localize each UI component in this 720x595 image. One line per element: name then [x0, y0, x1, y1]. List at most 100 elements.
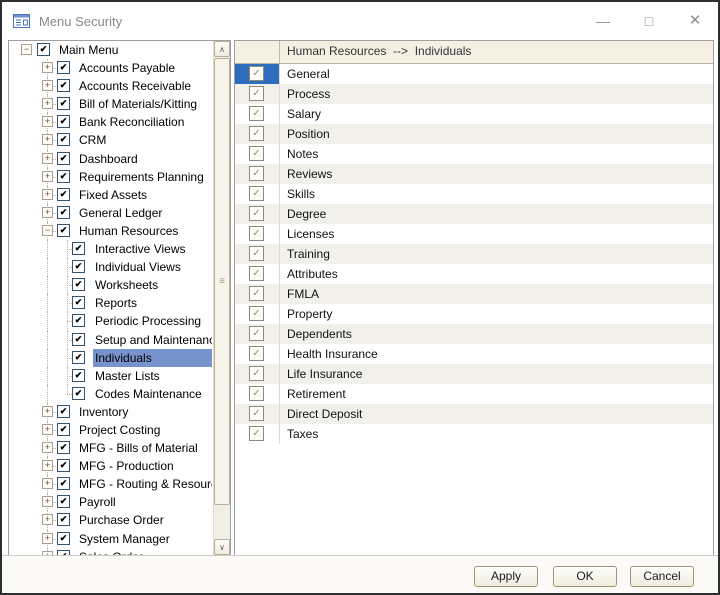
scrollbar-thumb[interactable]: ≡ — [214, 58, 230, 505]
item-label[interactable]: FMLA — [280, 284, 713, 304]
tree-item[interactable]: +✔Fixed Assets — [9, 186, 213, 204]
tree-item-checkbox[interactable]: ✔ — [57, 423, 70, 436]
tree-item[interactable]: ✔Setup and Maintenance — [9, 331, 213, 349]
tree-item[interactable]: +✔Inventory — [9, 403, 213, 421]
tree-item-label[interactable]: Individuals — [93, 349, 212, 367]
table-row[interactable]: ✓Licenses — [235, 224, 713, 244]
tree-item[interactable]: ✔Worksheets — [9, 276, 213, 294]
table-row[interactable]: ✓Training — [235, 244, 713, 264]
tree-item-checkbox[interactable]: ✔ — [72, 314, 85, 327]
close-button[interactable]: ✕ — [672, 2, 718, 40]
tree-item-checkbox[interactable]: ✔ — [72, 387, 85, 400]
tree-item-checkbox[interactable]: ✔ — [57, 61, 70, 74]
tree-item-label[interactable]: Interactive Views — [93, 240, 212, 258]
tree-item[interactable]: +✔CRM — [9, 131, 213, 149]
tree-item-label[interactable]: Payroll — [77, 493, 212, 511]
tree-item-checkbox[interactable]: ✔ — [72, 369, 85, 382]
expand-icon[interactable]: + — [42, 153, 53, 164]
expand-icon[interactable]: + — [42, 116, 53, 127]
tree-item-checkbox[interactable]: ✔ — [57, 405, 70, 418]
apply-button[interactable]: Apply — [474, 566, 538, 587]
item-checkbox[interactable]: ✓ — [249, 386, 264, 401]
tree-item-label[interactable]: Purchase Order — [77, 511, 212, 529]
tree-item-checkbox[interactable]: ✔ — [57, 495, 70, 508]
item-checkbox[interactable]: ✓ — [249, 346, 264, 361]
row-checkbox-cell[interactable]: ✓ — [235, 184, 280, 204]
tree-item-label[interactable]: MFG - Production — [77, 457, 212, 475]
table-row[interactable]: ✓ FMLA — [235, 284, 713, 304]
item-label[interactable]: Life Insurance — [280, 364, 713, 384]
tree-item-label[interactable]: Fixed Assets — [77, 186, 212, 204]
collapse-icon[interactable]: − — [42, 225, 53, 236]
table-row[interactable]: ✓ Dependents — [235, 324, 713, 344]
tree-item[interactable]: +✔MFG - Production — [9, 457, 213, 475]
item-checkbox[interactable]: ✓ — [249, 366, 264, 381]
row-checkbox-cell[interactable]: ✓ — [235, 344, 280, 364]
cancel-button[interactable]: Cancel — [630, 566, 694, 587]
tree-item[interactable]: −✔Main Menu — [9, 41, 213, 59]
expand-icon[interactable]: + — [42, 496, 53, 507]
item-checkbox[interactable]: ✓ — [249, 86, 264, 101]
row-checkbox-cell[interactable]: ✓ — [235, 204, 280, 224]
tree-item[interactable]: ✔ Master Lists — [9, 367, 213, 385]
table-row[interactable]: ✓ Process — [235, 84, 713, 104]
item-checkbox[interactable]: ✓ — [249, 326, 264, 341]
tree-item-label[interactable]: Main Menu — [57, 41, 212, 59]
tree-item-checkbox[interactable]: ✔ — [57, 477, 70, 490]
tree-item[interactable]: −✔ Human Resources — [9, 222, 213, 240]
tree-item[interactable]: ✔ Periodic Processing — [9, 312, 213, 330]
tree-item-label[interactable]: Bank Reconciliation — [77, 113, 212, 131]
table-row[interactable]: ✓ Life Insurance — [235, 364, 713, 384]
expand-icon[interactable]: + — [42, 533, 53, 544]
tree-item-label[interactable]: Human Resources — [77, 222, 212, 240]
row-checkbox-cell[interactable]: ✓ — [235, 84, 280, 104]
tree-item[interactable]: +✔Bank Reconciliation — [9, 113, 213, 131]
row-checkbox-cell[interactable]: ✓ — [235, 324, 280, 344]
expand-icon[interactable]: + — [42, 460, 53, 471]
tree-item-checkbox[interactable]: ✔ — [57, 97, 70, 110]
item-checkbox[interactable]: ✓ — [249, 306, 264, 321]
item-label[interactable]: Skills — [280, 184, 713, 204]
table-row[interactable]: ✓ Skills — [235, 184, 713, 204]
tree-item[interactable]: +✔Requirements Planning — [9, 168, 213, 186]
item-label[interactable]: Position — [280, 124, 713, 144]
tree-item-label[interactable]: Accounts Payable — [77, 59, 212, 77]
item-label[interactable]: Degree — [280, 204, 713, 224]
row-checkbox-cell[interactable]: ✓ — [235, 124, 280, 144]
tree-item-label[interactable]: Sales Order — [77, 548, 212, 555]
tree-item-checkbox[interactable]: ✔ — [57, 188, 70, 201]
row-checkbox-cell[interactable]: ✓ — [235, 384, 280, 404]
row-checkbox-cell[interactable]: ✓ — [235, 104, 280, 124]
tree-item[interactable]: +✔Bill of Materials/Kitting — [9, 95, 213, 113]
row-checkbox-cell[interactable]: ✓ — [235, 304, 280, 324]
item-label[interactable]: Process — [280, 84, 713, 104]
item-checkbox[interactable]: ✓ — [249, 186, 264, 201]
table-row[interactable]: ✓Reviews — [235, 164, 713, 184]
row-checkbox-cell[interactable]: ✓ — [235, 404, 280, 424]
tree-item-checkbox[interactable]: ✔ — [72, 296, 85, 309]
tree-item-checkbox[interactable]: ✔ — [57, 513, 70, 526]
row-checkbox-cell[interactable]: ✓ — [235, 244, 280, 264]
table-row[interactable]: ✓Degree — [235, 204, 713, 224]
row-checkbox-cell[interactable]: ✓ — [235, 284, 280, 304]
expand-icon[interactable]: + — [42, 80, 53, 91]
tree-item[interactable]: +✔MFG - Bills of Material — [9, 439, 213, 457]
table-row[interactable]: ✓General — [235, 64, 713, 84]
tree-item-checkbox[interactable]: ✔ — [57, 532, 70, 545]
item-label[interactable]: General — [280, 64, 713, 84]
expand-icon[interactable]: + — [42, 514, 53, 525]
tree-item[interactable]: +✔General Ledger — [9, 204, 213, 222]
tree-item-checkbox[interactable]: ✔ — [57, 152, 70, 165]
item-label[interactable]: Dependents — [280, 324, 713, 344]
tree-item[interactable]: +✔System Manager — [9, 530, 213, 548]
tree-item[interactable]: +✔Dashboard — [9, 150, 213, 168]
expand-icon[interactable]: + — [42, 442, 53, 453]
tree-item-label[interactable]: Periodic Processing — [93, 312, 212, 330]
tree-item[interactable]: +✔Sales Order — [9, 548, 213, 555]
tree-item-checkbox[interactable]: ✔ — [57, 224, 70, 237]
item-checkbox[interactable]: ✓ — [249, 286, 264, 301]
scroll-up-icon[interactable]: ∧ — [214, 41, 230, 57]
item-label[interactable]: Property — [280, 304, 713, 324]
expand-icon[interactable]: + — [42, 478, 53, 489]
tree-item-label[interactable]: Master Lists — [93, 367, 212, 385]
